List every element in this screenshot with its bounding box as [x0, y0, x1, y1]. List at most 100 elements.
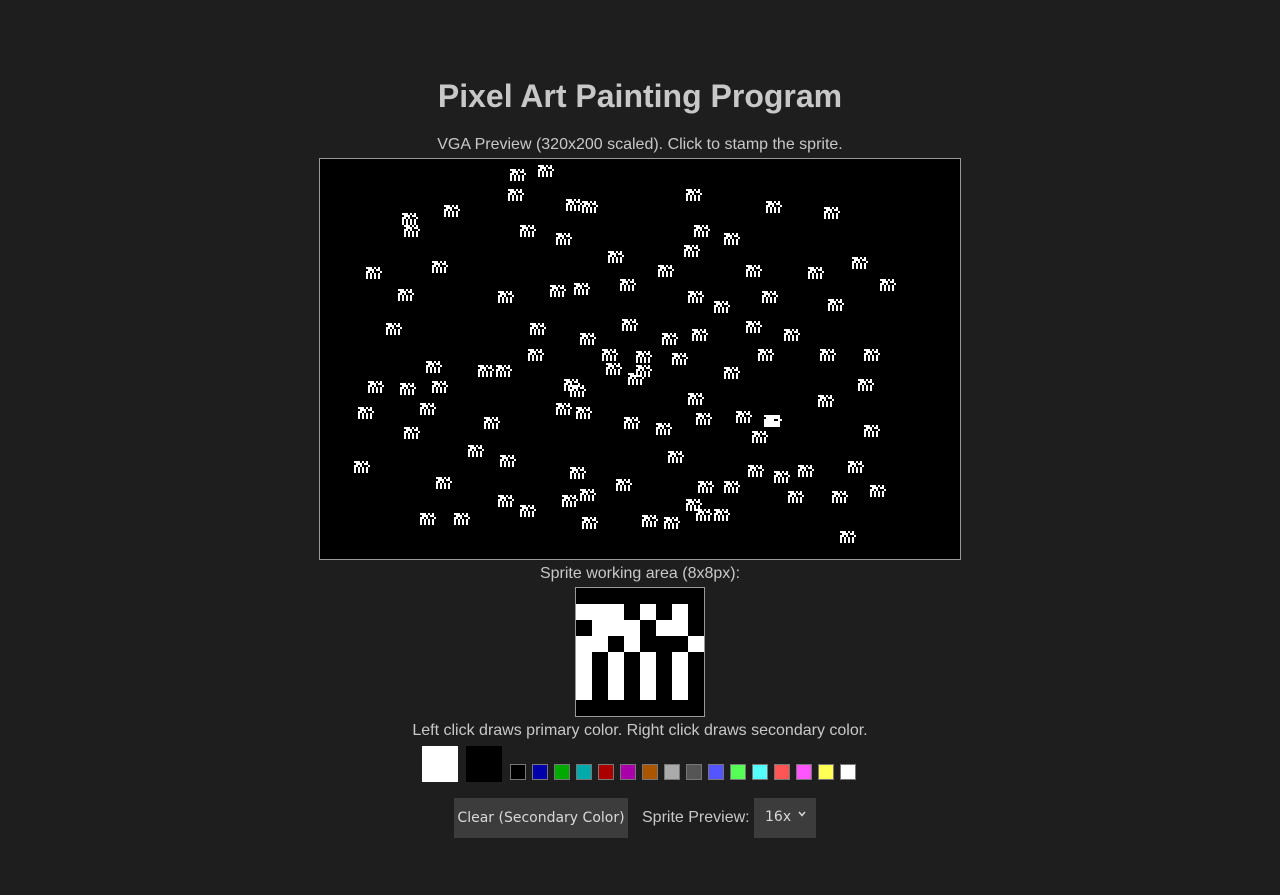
palette-color-swatch[interactable]	[796, 764, 812, 780]
sprite-pixel[interactable]	[624, 636, 640, 652]
palette-color-swatch[interactable]	[752, 764, 768, 780]
sprite-pixel[interactable]	[688, 636, 704, 652]
sprite-pixel[interactable]	[576, 668, 592, 684]
sprite-pixel[interactable]	[640, 684, 656, 700]
palette-color-swatch[interactable]	[576, 764, 592, 780]
sprite-pixel[interactable]	[608, 604, 624, 620]
palette-color-swatch[interactable]	[818, 764, 834, 780]
palette-color-swatch[interactable]	[620, 764, 636, 780]
sprite-pixel[interactable]	[672, 620, 688, 636]
sprite-pixel[interactable]	[592, 636, 608, 652]
sprite-preview-select[interactable]: 16x	[754, 798, 816, 838]
sprite-pixel[interactable]	[592, 652, 608, 668]
sprite-pixel[interactable]	[640, 652, 656, 668]
palette-color-swatch[interactable]	[510, 764, 526, 780]
palette-color-swatch[interactable]	[730, 764, 746, 780]
palette-color-swatch[interactable]	[664, 764, 680, 780]
palette-color-swatch[interactable]	[532, 764, 548, 780]
sprite-pixel[interactable]	[624, 652, 640, 668]
sprite-pixel[interactable]	[656, 700, 672, 716]
sprite-pixel[interactable]	[592, 620, 608, 636]
sprite-pixel[interactable]	[656, 620, 672, 636]
sprite-pixel[interactable]	[688, 620, 704, 636]
sprite-pixel[interactable]	[656, 588, 672, 604]
sprite-pixel[interactable]	[576, 620, 592, 636]
palette-color-swatch[interactable]	[598, 764, 614, 780]
stamped-sprite	[510, 169, 526, 181]
sprite-pixel[interactable]	[608, 588, 624, 604]
sprite-pixel[interactable]	[640, 588, 656, 604]
secondary-color-swatch[interactable]	[466, 746, 502, 782]
palette-color-swatch[interactable]	[774, 764, 790, 780]
sprite-pixel[interactable]	[672, 604, 688, 620]
sprite-pixel[interactable]	[624, 668, 640, 684]
sprite-pixel[interactable]	[576, 700, 592, 716]
sprite-pixel[interactable]	[656, 636, 672, 652]
sprite-pixel[interactable]	[608, 684, 624, 700]
palette-color-swatch[interactable]	[554, 764, 570, 780]
sprite-pixel[interactable]	[608, 668, 624, 684]
sprite-pixel[interactable]	[640, 604, 656, 620]
sprite-pixel[interactable]	[640, 668, 656, 684]
sprite-pixel[interactable]	[608, 652, 624, 668]
sprite-pixel[interactable]	[656, 668, 672, 684]
sprite-pixel[interactable]	[624, 604, 640, 620]
sprite-pixel[interactable]	[624, 588, 640, 604]
sprite-pixel[interactable]	[576, 652, 592, 668]
sprite-pixel[interactable]	[688, 652, 704, 668]
sprite-editor-grid[interactable]	[575, 587, 705, 717]
stamped-sprite	[432, 261, 448, 273]
sprite-pixel[interactable]	[624, 684, 640, 700]
sprite-pixel[interactable]	[656, 604, 672, 620]
sprite-pixel[interactable]	[624, 700, 640, 716]
palette-color-swatch[interactable]	[642, 764, 658, 780]
sprite-pixel[interactable]	[592, 668, 608, 684]
sprite-pixel[interactable]	[608, 620, 624, 636]
sprite-pixel[interactable]	[688, 700, 704, 716]
sprite-pixel[interactable]	[592, 588, 608, 604]
stamped-sprite	[582, 517, 598, 529]
sprite-pixel[interactable]	[576, 588, 592, 604]
sprite-pixel[interactable]	[672, 700, 688, 716]
clear-button[interactable]: Clear (Secondary Color)	[454, 798, 628, 838]
palette-color-swatch[interactable]	[708, 764, 724, 780]
sprite-pixel[interactable]	[688, 604, 704, 620]
sprite-pixel[interactable]	[624, 620, 640, 636]
sprite-pixel[interactable]	[592, 604, 608, 620]
sprite-pixel[interactable]	[688, 684, 704, 700]
sprite-pixel[interactable]	[672, 668, 688, 684]
sprite-pixel[interactable]	[576, 604, 592, 620]
stamped-sprite	[774, 471, 790, 483]
sprite-pixel[interactable]	[640, 700, 656, 716]
stamped-sprite	[746, 321, 762, 333]
sprite-pixel[interactable]	[688, 588, 704, 604]
sprite-pixel[interactable]	[672, 652, 688, 668]
sprite-pixel[interactable]	[640, 636, 656, 652]
sprite-pixel[interactable]	[640, 620, 656, 636]
primary-color-swatch[interactable]	[422, 746, 458, 782]
stamped-sprite	[358, 407, 374, 419]
sprite-pixel[interactable]	[608, 636, 624, 652]
stamped-sprite	[624, 417, 640, 429]
stamped-sprite	[498, 495, 514, 507]
stamped-sprite	[404, 427, 420, 439]
sprite-pixel[interactable]	[672, 588, 688, 604]
palette-color-swatch[interactable]	[840, 764, 856, 780]
palette-color-swatch[interactable]	[686, 764, 702, 780]
sprite-pixel[interactable]	[592, 684, 608, 700]
stamped-sprite	[852, 257, 868, 269]
sprite-pixel[interactable]	[672, 636, 688, 652]
sprite-pixel[interactable]	[688, 668, 704, 684]
stamped-sprite	[478, 365, 494, 377]
sprite-pixel[interactable]	[672, 684, 688, 700]
stamped-sprite	[432, 381, 448, 393]
sprite-pixel[interactable]	[576, 636, 592, 652]
vga-preview-canvas[interactable]	[319, 158, 961, 560]
stamped-sprite	[736, 411, 752, 423]
sprite-pixel[interactable]	[656, 652, 672, 668]
sprite-pixel[interactable]	[592, 700, 608, 716]
sprite-pixel[interactable]	[656, 684, 672, 700]
sprite-pixel[interactable]	[608, 700, 624, 716]
sprite-pixel[interactable]	[576, 684, 592, 700]
stamped-sprite	[426, 361, 442, 373]
